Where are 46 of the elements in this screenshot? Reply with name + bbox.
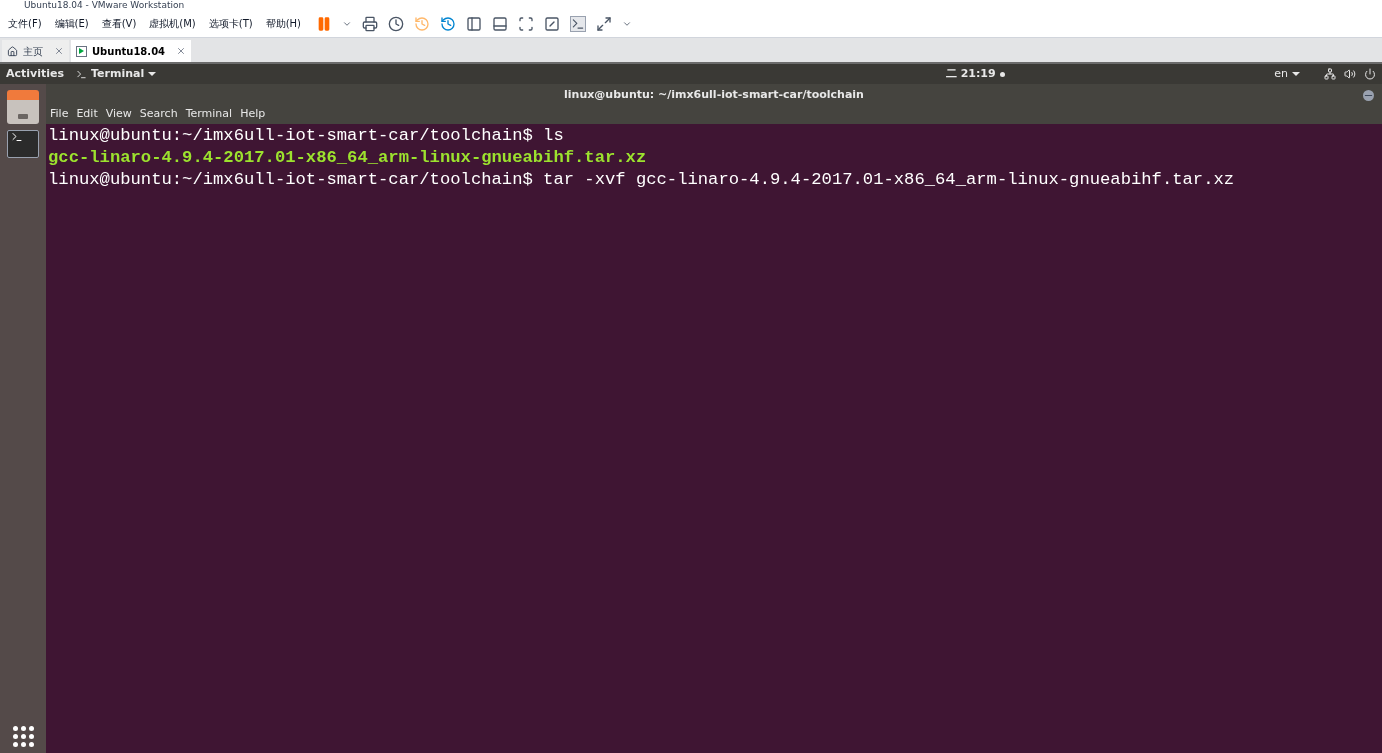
resize-icon[interactable] xyxy=(596,15,613,32)
menu-item[interactable]: 编辑(E) xyxy=(50,16,93,31)
printer-icon[interactable] xyxy=(362,15,379,32)
vm-icon xyxy=(76,45,87,57)
panel-left-icon[interactable] xyxy=(466,15,483,32)
menu-item[interactable]: Edit xyxy=(76,105,98,123)
power-icon xyxy=(1364,68,1376,80)
terminal-line: gcc-linaro-4.9.4-2017.01-x86_64_arm-linux-gnueabihf.tar.xz xyxy=(48,147,648,169)
terminal-line: linux@ubuntu:~/imx6ull-iot-smart-car/toolchain$ tar -xvf gcc-linaro-4.9.4-2017.01-x86_64_arm-linux-gnueabihf.tar.xz xyxy=(48,169,1236,191)
activities-button[interactable]: Activities xyxy=(6,65,65,83)
clock-icon[interactable] xyxy=(440,15,457,32)
file-cabinet-icon[interactable] xyxy=(7,90,39,124)
network-icon xyxy=(1324,68,1336,80)
terminal-icon[interactable] xyxy=(7,130,39,158)
crossed-square-icon[interactable] xyxy=(544,15,561,32)
terminal-line: linux@ubuntu:~/imx6ull-iot-smart-car/toolchain$ ls xyxy=(48,125,565,147)
terminal-title: linux@ubuntu: ~/imx6ull-iot-smart-car/toolchain xyxy=(564,86,864,103)
app-menu[interactable]: Terminal xyxy=(76,65,157,83)
terminal-icon xyxy=(76,68,88,80)
menu-item[interactable]: Terminal xyxy=(185,105,233,123)
clock[interactable]: 二 21:19 xyxy=(945,65,996,83)
panel-bottom-icon[interactable] xyxy=(492,15,509,32)
menu-item[interactable]: 查看(V) xyxy=(97,16,141,31)
menu-item[interactable]: 帮助(H) xyxy=(261,16,306,31)
window-title: Ubuntu18.04 - VMware Workstation xyxy=(24,0,185,10)
terminal-icon[interactable] xyxy=(570,15,587,32)
volume-icon xyxy=(1344,68,1356,80)
clock-icon[interactable] xyxy=(388,15,405,32)
fullscreen-icon[interactable] xyxy=(518,15,535,32)
language-menu[interactable]: en xyxy=(1274,65,1288,83)
menu-item[interactable]: 文件(F) xyxy=(4,16,46,31)
caret-icon xyxy=(148,72,157,76)
menu-item[interactable]: View xyxy=(105,105,132,123)
menu-item[interactable]: Search xyxy=(139,105,178,123)
menu-item[interactable]: Help xyxy=(240,105,266,123)
menu-item[interactable]: 选项卡(T) xyxy=(204,16,257,31)
minimize-icon xyxy=(1363,89,1374,101)
menu-item[interactable]: File xyxy=(50,105,69,123)
home-icon xyxy=(7,45,18,57)
close-icon xyxy=(54,46,64,56)
menu-item[interactable]: 虚拟机(M) xyxy=(145,16,200,31)
caret-icon[interactable] xyxy=(1292,72,1300,76)
app-grid-icon[interactable] xyxy=(12,726,34,747)
tab[interactable]: 主页 xyxy=(2,40,69,62)
tab[interactable]: Ubuntu18.04 xyxy=(71,40,192,62)
close-icon xyxy=(176,46,187,56)
